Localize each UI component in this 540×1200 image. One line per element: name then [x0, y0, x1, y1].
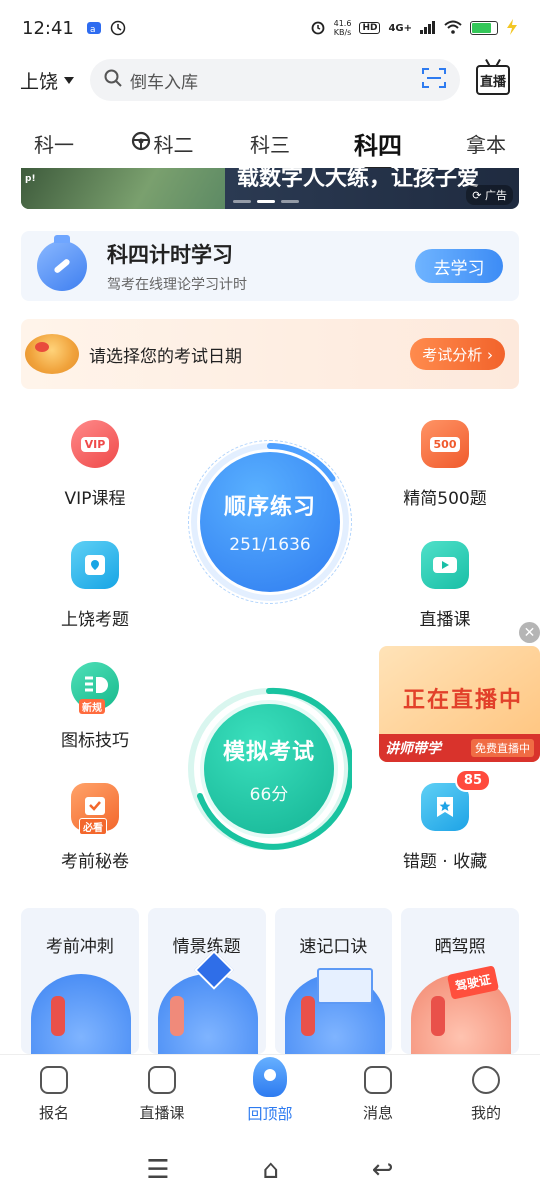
battery-icon [470, 21, 498, 35]
banner-game-image: p! [21, 168, 225, 209]
status-time: 12:41 [22, 17, 74, 39]
rocket-icon [253, 1057, 287, 1097]
order-progress-text: 251/1636 [229, 535, 311, 555]
scan-icon[interactable] [422, 67, 446, 93]
tab-get-license[interactable]: 拿本 [432, 129, 540, 158]
exam-date-prompt: 请选择您的考试日期 [89, 346, 242, 367]
ad-banner[interactable]: p! 载数字人大练，让孩子爱 ⟳ 广告 [21, 168, 519, 209]
city-selector[interactable]: 上饶 [20, 67, 88, 94]
tab-subject-2[interactable]: 科二 [108, 129, 216, 158]
bottom-nav: 报名 直播课 回顶部 消息 我的 [0, 1054, 540, 1134]
timed-study-subtitle: 驾考在线理论学习计时 [107, 276, 247, 293]
500-questions-icon: 500 [421, 420, 469, 468]
app-notification-icon: a [86, 20, 102, 36]
feature-wrong-favorites[interactable]: 85 错题 · 收藏 [390, 769, 500, 872]
status-bar: 12:41 a 41.6 KB/s HD 4G+ [0, 0, 540, 56]
sprint-illustration [31, 974, 131, 1054]
timed-study-title: 科四计时学习 [107, 242, 233, 267]
live-now-float[interactable]: 正在直播中 讲师带学 免费直播中 [379, 646, 540, 762]
ad-label: ⟳ 广告 [466, 185, 513, 205]
dropdown-caret-icon [64, 76, 75, 84]
message-icon [364, 1066, 392, 1094]
tv-icon [148, 1066, 176, 1094]
nav-messages[interactable]: 消息 [324, 1055, 432, 1134]
city-name: 上饶 [20, 70, 59, 93]
back-icon[interactable]: ↩ [372, 1155, 394, 1185]
charging-icon [506, 18, 518, 38]
tab-subject-4[interactable]: 科四 [324, 126, 432, 161]
banner-indicator [233, 200, 299, 203]
star-bookmark-icon: 85 [421, 769, 491, 831]
video-icon [421, 541, 469, 589]
vip-icon: VIP [71, 420, 119, 468]
location-book-icon [71, 541, 119, 589]
feature-sign-tips[interactable]: 新规 图标技巧 [40, 662, 150, 751]
tab-subject-1[interactable]: 科一 [0, 129, 108, 158]
search-bar[interactable]: 倒车入库 [90, 59, 460, 101]
nav-register[interactable]: 报名 [0, 1055, 108, 1134]
card-show-license[interactable]: 晒驾照 驾驶证 [401, 908, 519, 1054]
exam-date-card[interactable]: 请选择您的考试日期 考试分析 › [21, 319, 519, 389]
timed-study-card[interactable]: 科四计时学习 驾考在线理论学习计时 去学习 [21, 231, 519, 301]
nav-back-to-top[interactable]: 回顶部 [216, 1055, 324, 1134]
subject-tabs: 科一 科二 科三 科四 拿本 [0, 120, 540, 166]
live-tv-label: 直播 [479, 74, 506, 90]
mock-score: 66分 [249, 784, 289, 805]
go-study-button[interactable]: 去学习 [415, 249, 503, 283]
feature-local-questions[interactable]: 上饶考题 [40, 541, 150, 630]
search-row: 上饶 倒车入库 直播 [0, 58, 540, 102]
search-placeholder: 倒车入库 [130, 72, 198, 93]
net-speed: 41.6 KB/s [333, 19, 352, 37]
feature-secret-paper[interactable]: 必看 考前秘卷 [40, 783, 150, 872]
mock-exam-button[interactable]: 模拟考试 66分 [200, 700, 338, 838]
register-icon [40, 1066, 68, 1094]
nav-profile[interactable]: 我的 [432, 1055, 540, 1134]
svg-text:a: a [90, 25, 96, 35]
card-scenario-practice[interactable]: 情景练题 [147, 908, 266, 1054]
order-practice-button[interactable]: 顺序练习 251/1636 [200, 452, 340, 592]
home-icon[interactable]: ⌂ [262, 1155, 279, 1185]
banner-text: 载数字人大练，让孩子爱 [237, 168, 480, 191]
exam-analysis-button[interactable]: 考试分析 › [410, 338, 505, 370]
card-final-sprint[interactable]: 考前冲刺 [21, 908, 139, 1054]
alarm-icon [310, 19, 326, 38]
live-instructor-label: 讲师带学 [385, 741, 441, 757]
hd-indicator: HD [359, 22, 381, 34]
screen-icon [316, 968, 373, 1004]
feature-live-course[interactable]: 直播课 [390, 541, 500, 630]
study-cards: 考前冲刺 情景练题 速记口诀 晒驾照 驾驶证 [21, 908, 519, 1054]
stopwatch-icon [37, 235, 87, 291]
profile-icon [472, 1066, 500, 1094]
cake-icon [25, 334, 79, 374]
live-free-label: 免费直播中 [471, 739, 534, 757]
feature-500-questions[interactable]: 500 精简500题 [390, 420, 500, 509]
tab-subject-3[interactable]: 科三 [216, 129, 324, 158]
exam-paper-icon: 必看 [71, 783, 119, 835]
steering-wheel-icon [131, 131, 151, 156]
network-type: 4G+ [388, 22, 412, 34]
clock-notification-icon [110, 20, 126, 36]
close-live-float-button[interactable]: ✕ [519, 622, 540, 643]
wifi-icon [444, 20, 462, 37]
nav-live-course[interactable]: 直播课 [108, 1055, 216, 1134]
card-mnemonics[interactable]: 速记口诀 [274, 908, 393, 1054]
feature-vip-course[interactable]: VIP VIP课程 [40, 420, 150, 509]
signal-icon [420, 20, 436, 37]
live-now-title: 正在直播中 [403, 688, 524, 713]
search-icon [104, 69, 122, 91]
live-tv-button[interactable]: 直播 [476, 65, 510, 95]
wrong-count-badge: 85 [454, 769, 491, 792]
system-nav-bar: ☰ ⌂ ↩ [0, 1140, 540, 1200]
menu-icon[interactable]: ☰ [146, 1155, 169, 1185]
sign-tips-icon: 新规 [71, 662, 119, 714]
